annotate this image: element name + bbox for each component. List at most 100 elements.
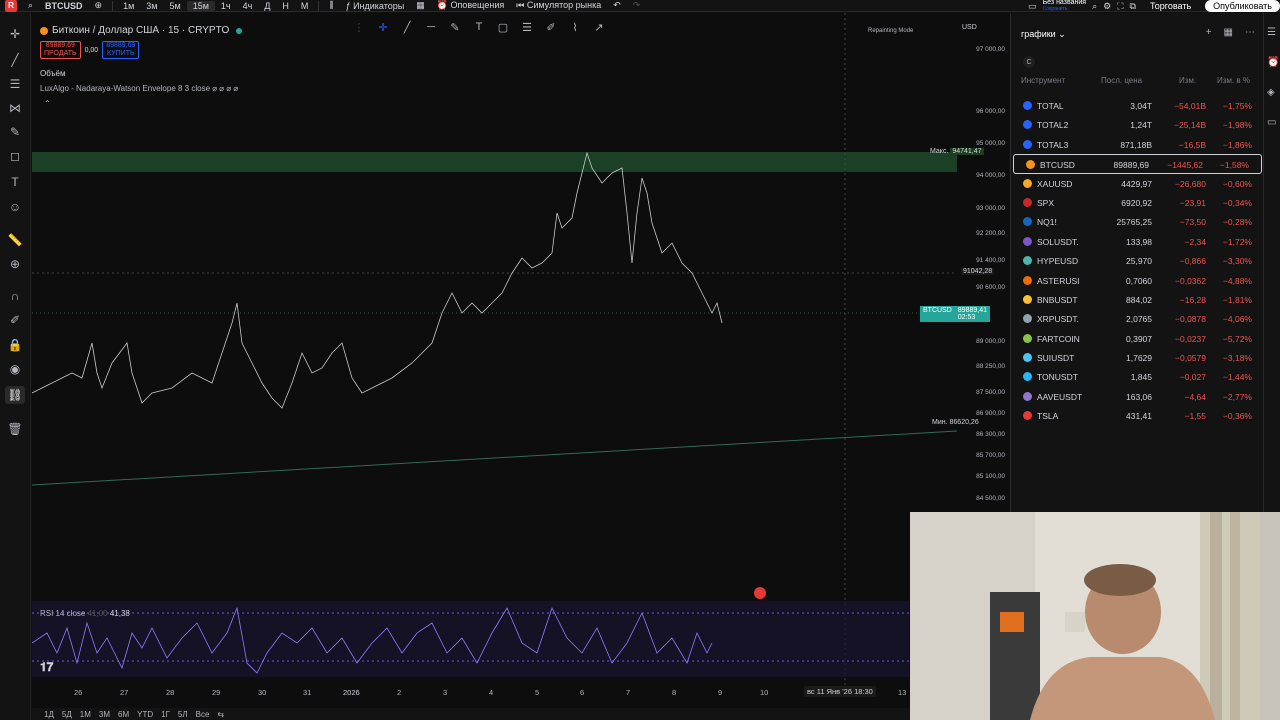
trade-button[interactable]: Торговать [1142,1,1199,11]
ruler-icon[interactable]: 📏 [5,231,25,249]
search-icon[interactable]: ⌕ [22,0,39,11]
range-6m[interactable]: 6М [118,710,129,719]
indicator-controls-icon[interactable]: ⌀ ⌀ ⌀ ⌀ [212,84,238,93]
layout-icon[interactable]: ▦ [410,0,431,11]
sell-button[interactable]: 89889,69 ПРОДАТЬ [40,41,81,59]
drag-handle-icon[interactable]: ⋮ [352,21,366,34]
watchlist-row[interactable]: SOLUSDT. 133,98 −2,34 −1,72% [1011,232,1264,251]
watchlist-row[interactable]: ASTERUSI 0,7060 −0,0362 −4,88% [1011,271,1264,290]
text-tool-icon[interactable]: T [472,21,486,34]
interval-3m[interactable]: 3м [140,1,163,11]
volume-legend[interactable]: Объём [40,69,66,78]
layout-name[interactable]: Без названия Сохранить [1043,0,1086,12]
redo-icon[interactable]: ↷ [627,0,647,11]
trash-icon[interactable]: 🗑 [5,420,25,438]
watchlist-row[interactable]: TOTAL 3,04T −54,01B −1,75% [1011,96,1264,115]
indicator-legend[interactable]: LuxAlgo - Nadaraya-Watson Envelope 8 3 c… [40,84,238,93]
indicators-button[interactable]: ƒ Индикаторы [340,1,411,11]
compare-icon[interactable]: ⊕ [89,0,109,11]
crosshair-icon[interactable]: ✛ [5,25,25,43]
shape-icon[interactable]: ◻ [5,147,25,165]
add-symbol-icon[interactable]: + [1206,27,1212,38]
tradingview-logo[interactable]: 𝟏𝟕 [40,660,53,675]
fullscreen-icon[interactable]: ⛶ [1117,1,1123,12]
text-icon[interactable]: T [5,173,25,191]
main-chart[interactable]: Биткоин / Доллар США · 15 · CRYPTO 89889… [32,13,1009,708]
interval-d[interactable]: Д [258,1,276,11]
watchlist-row[interactable]: BTCUSD 89889,69 −1445,62 −1,58% [1013,154,1262,174]
rsi-legend[interactable]: RSI 14 close 41,00 41,38 [40,609,130,618]
buy-button[interactable]: 89889,69 КУПИТЬ [102,41,140,59]
event-marker-icon[interactable] [754,587,766,599]
watchlist-row[interactable]: XRPUSDT. 2,0765 −0,0878 −4,06% [1011,309,1264,328]
zoom-icon[interactable]: ⊕ [5,255,25,273]
path-tool-icon[interactable]: ⌇ [568,21,582,34]
line-tool-icon[interactable]: ╱ [400,21,414,34]
link-icon[interactable]: ⛓ [5,386,25,404]
chart-legend[interactable]: Биткоин / Доллар США · 15 · CRYPTO [40,25,243,36]
hline-tool-icon[interactable]: ─ [424,21,438,34]
watchlist-row[interactable]: HYPEUSD 25,970 −0,866 −3,30% [1011,251,1264,270]
snapshot-icon[interactable]: ⧉ [1130,1,1136,12]
fib-icon[interactable]: ☰ [5,75,25,93]
price-axis[interactable]: 97 000,00 96 000,00 95 000,00 94 000,00 … [950,13,1009,513]
range-1y[interactable]: 1Г [161,710,170,719]
watchlist-row[interactable]: NQ1! 25765,25 −73,50 −0,28% [1011,212,1264,231]
fib-tool-icon[interactable]: ☰ [520,21,534,34]
range-1m[interactable]: 1М [80,710,91,719]
replay-button[interactable]: ⏮ Симулятор рынка [510,0,607,11]
arrow-tool-icon[interactable]: ↗ [592,21,606,34]
watchlist-icon[interactable]: ☰ [1267,27,1276,38]
emoji-icon[interactable]: ☺ [5,198,25,216]
col-chg-pct[interactable]: Изм. в % [1217,76,1250,85]
goto-date-icon[interactable]: ⇆ [217,710,224,719]
watchlist-row[interactable]: TOTAL3 871,18B −16,5B −1,86% [1011,135,1264,154]
interval-m[interactable]: М [295,1,315,11]
more-icon[interactable]: ⋯ [1245,27,1255,38]
watchlist-row[interactable]: TOTAL2 1,24T −25,14B −1,98% [1011,115,1264,134]
alerts-button[interactable]: ⏰ Оповещения [431,0,510,11]
col-chg[interactable]: Изм. [1179,76,1196,85]
watchlist-row[interactable]: TSLA 431,41 −1,55 −0,36% [1011,406,1264,425]
alerts-icon[interactable]: ⏰ [1267,57,1279,68]
interval-1m[interactable]: 1м [117,1,140,11]
watchlist-row[interactable]: XAUUSD 4429,97 −26,680 −0,60% [1011,174,1264,193]
trendline-icon[interactable]: ╱ [5,51,25,69]
layers-icon[interactable]: ◈ [1267,87,1275,98]
watchlist-row[interactable]: AAVEUSDT 163,06 −4,64 −2,77% [1011,387,1264,406]
watchlist-row[interactable]: TONUSDT 1,845 −0,027 −1,44% [1011,367,1264,386]
col-last[interactable]: Посл. цена [1101,76,1142,85]
collapse-legend-icon[interactable]: ⌃ [44,99,51,108]
pattern-icon[interactable]: ⋈ [5,99,25,117]
search-icon[interactable]: ⌕ [1092,1,1097,12]
settings-icon[interactable]: ⚙ [1103,1,1111,12]
watchlist-row[interactable]: SPX 6920,92 −23,91 −0,34% [1011,193,1264,212]
layout-toggle-icon[interactable]: ▭ [1028,1,1037,12]
watchlist-row[interactable]: BNBUSDT 884,02 −16,28 −1,81% [1011,290,1264,309]
profile-avatar[interactable]: R [0,0,22,12]
crosshair-tool-icon[interactable]: ✛ [376,21,390,34]
chart-canvas[interactable] [32,13,1009,708]
col-instrument[interactable]: Инструмент [1021,76,1065,85]
interval-1h[interactable]: 1ч [215,1,237,11]
stay-drawing-icon[interactable]: ✐ [5,311,25,329]
brush-icon[interactable]: ✎ [5,123,25,141]
range-5d[interactable]: 5Д [62,710,72,719]
interval-5m[interactable]: 5м [164,1,187,11]
layout-icon[interactable]: ▦ [1224,27,1233,38]
undo-icon[interactable]: ↶ [607,0,627,11]
candles-icon[interactable]: ⫼ [323,0,339,11]
brush-tool-icon[interactable]: ✎ [448,21,462,34]
eye-icon[interactable]: ◉ [5,360,25,378]
lock-icon[interactable]: 🔒 [5,336,25,354]
rect-tool-icon[interactable]: ▢ [496,21,510,34]
publish-button[interactable]: Опубликовать [1205,0,1280,12]
interval-15m[interactable]: 15м [186,0,215,11]
range-all[interactable]: Все [196,710,210,719]
chat-icon[interactable]: ▭ [1267,117,1276,128]
interval-w[interactable]: Н [276,1,295,11]
range-5y[interactable]: 5Л [178,710,188,719]
watchlist-row[interactable]: FARTCOIN 0,3907 −0,0237 −5,72% [1011,329,1264,348]
range-1d[interactable]: 1Д [44,710,54,719]
watchlist-row[interactable]: SUIUSDT 1,7629 −0,0579 −3,18% [1011,348,1264,367]
